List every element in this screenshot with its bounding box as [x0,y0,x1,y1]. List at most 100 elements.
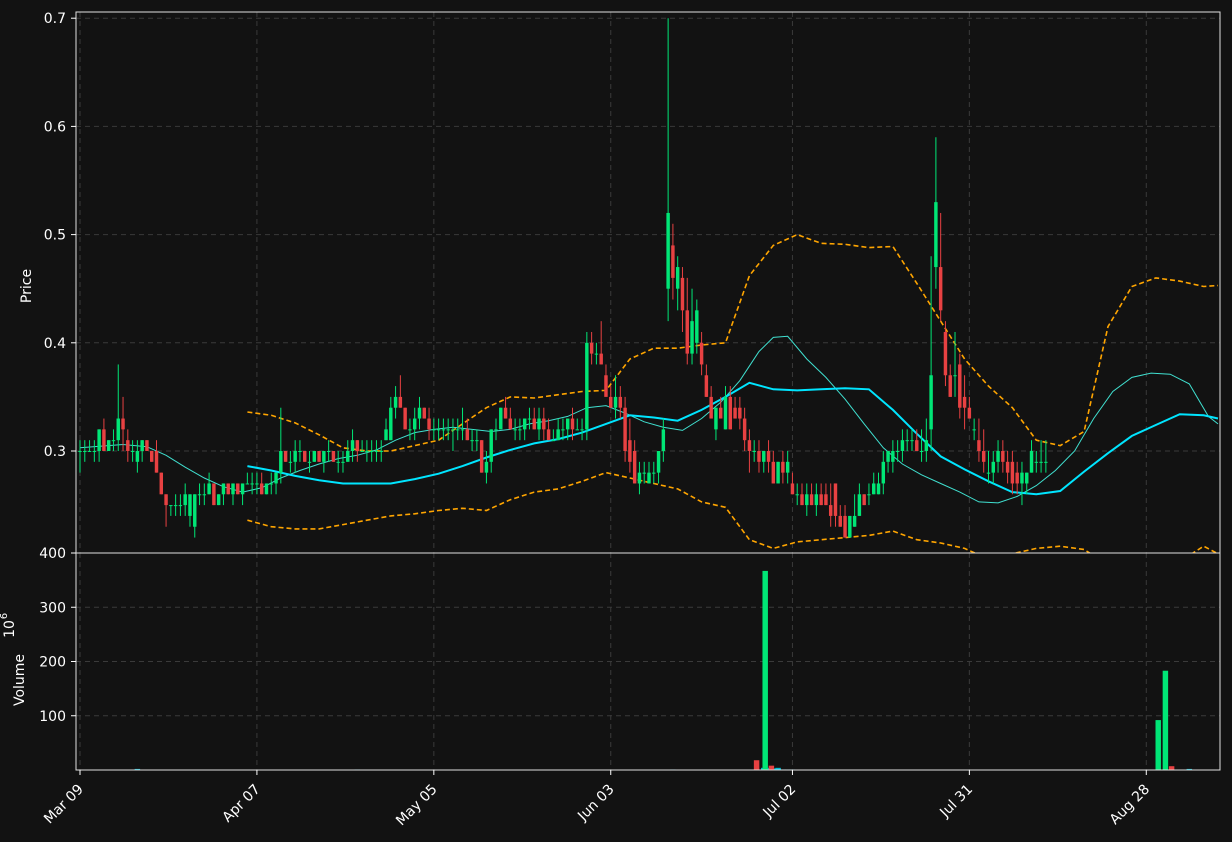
candle-body [599,353,603,365]
candle-body [216,494,221,506]
candle-body [996,451,1000,462]
price-axis-label: Price [19,269,35,303]
candle-body [111,440,116,442]
candle-body [489,429,493,462]
candle-body [475,440,479,442]
candle-body [1034,461,1039,463]
candle-body [374,451,379,452]
candle-body [317,451,321,462]
candle-body [283,451,288,462]
candle-body [499,407,503,430]
candle-body [900,440,905,451]
candle-body [790,483,795,495]
candle-body [221,483,226,495]
candle-body [862,494,866,506]
candle-body [336,461,340,463]
candle-body [881,461,886,484]
candle-body [891,451,895,462]
candle-body [675,267,680,289]
candle-body [154,451,159,473]
candle-body [197,494,202,496]
candle-body [594,353,599,355]
candle-body [494,429,498,431]
volume-axis-label: Volume [12,654,28,706]
candle-body [293,451,297,462]
candle-body [714,407,718,430]
volume-bar [762,570,768,770]
volume-bar [768,765,775,770]
candle-body [102,429,106,451]
candle-body [1001,451,1005,462]
candle-body [762,451,766,462]
candle-body [508,418,513,430]
financial-chart: 0.30.40.50.60.7 100200300400 Mar 09 Apr 0… [0,0,1232,842]
candle-body [719,407,723,419]
candle-body [87,451,92,452]
candle-body [967,407,972,419]
volume-bar [753,760,760,770]
candle-body [828,505,833,516]
candle-body [800,494,804,506]
candle-body [695,310,699,343]
candle-body [848,515,852,538]
candle-body [432,429,436,431]
candle-body [322,451,326,462]
candle-body [929,375,933,430]
candle-body [145,440,149,451]
candle-body [757,451,761,462]
candle-body [876,483,881,495]
candle-body [962,396,967,408]
candle-body [895,451,900,452]
candle-body [532,418,536,430]
price-y-tick-label: 0.5 [44,228,66,244]
candle-body [699,342,704,365]
candle-body [556,429,560,441]
candle-body [838,515,842,527]
candle-body [417,407,422,419]
volume-bar [1168,766,1175,770]
candle-body [805,494,809,506]
candle-body [857,494,862,516]
candle-body [422,407,426,419]
candle-body [972,429,976,431]
candle-body [704,375,709,397]
candle-body [905,440,909,442]
candle-body [116,418,120,441]
candle-body [355,440,360,451]
candle-body [484,461,489,473]
candle-body [958,364,962,408]
candle-body [561,429,565,431]
candle-body [542,418,546,430]
candle-body [886,451,890,462]
candle-body [169,505,173,507]
candle-body [986,472,991,474]
candle-body [742,418,747,441]
candle-body [934,202,938,268]
volume-bar [1155,720,1161,770]
candle-body [647,472,651,484]
candle-body [479,440,484,473]
candle-body [843,515,847,538]
candle-body [948,375,952,397]
candle-body [919,451,924,452]
candle-body [303,451,307,462]
candle-body [943,331,948,376]
candle-body [384,429,388,441]
candle-body [307,461,312,463]
candle-body [575,429,579,431]
candle-body [1039,461,1043,463]
candle-body [312,451,317,462]
candle-body [212,483,216,506]
candle-body [207,483,211,495]
candle-body [1025,472,1029,484]
candle-body [398,396,403,408]
candle-body [451,429,455,431]
candle-body [833,483,838,516]
candle-body [279,451,283,473]
candle-body [666,212,670,289]
candle-body [546,429,551,441]
candle-body [341,461,345,463]
candle-body [360,451,364,452]
candle-body [953,375,957,377]
candle-body [240,483,245,495]
